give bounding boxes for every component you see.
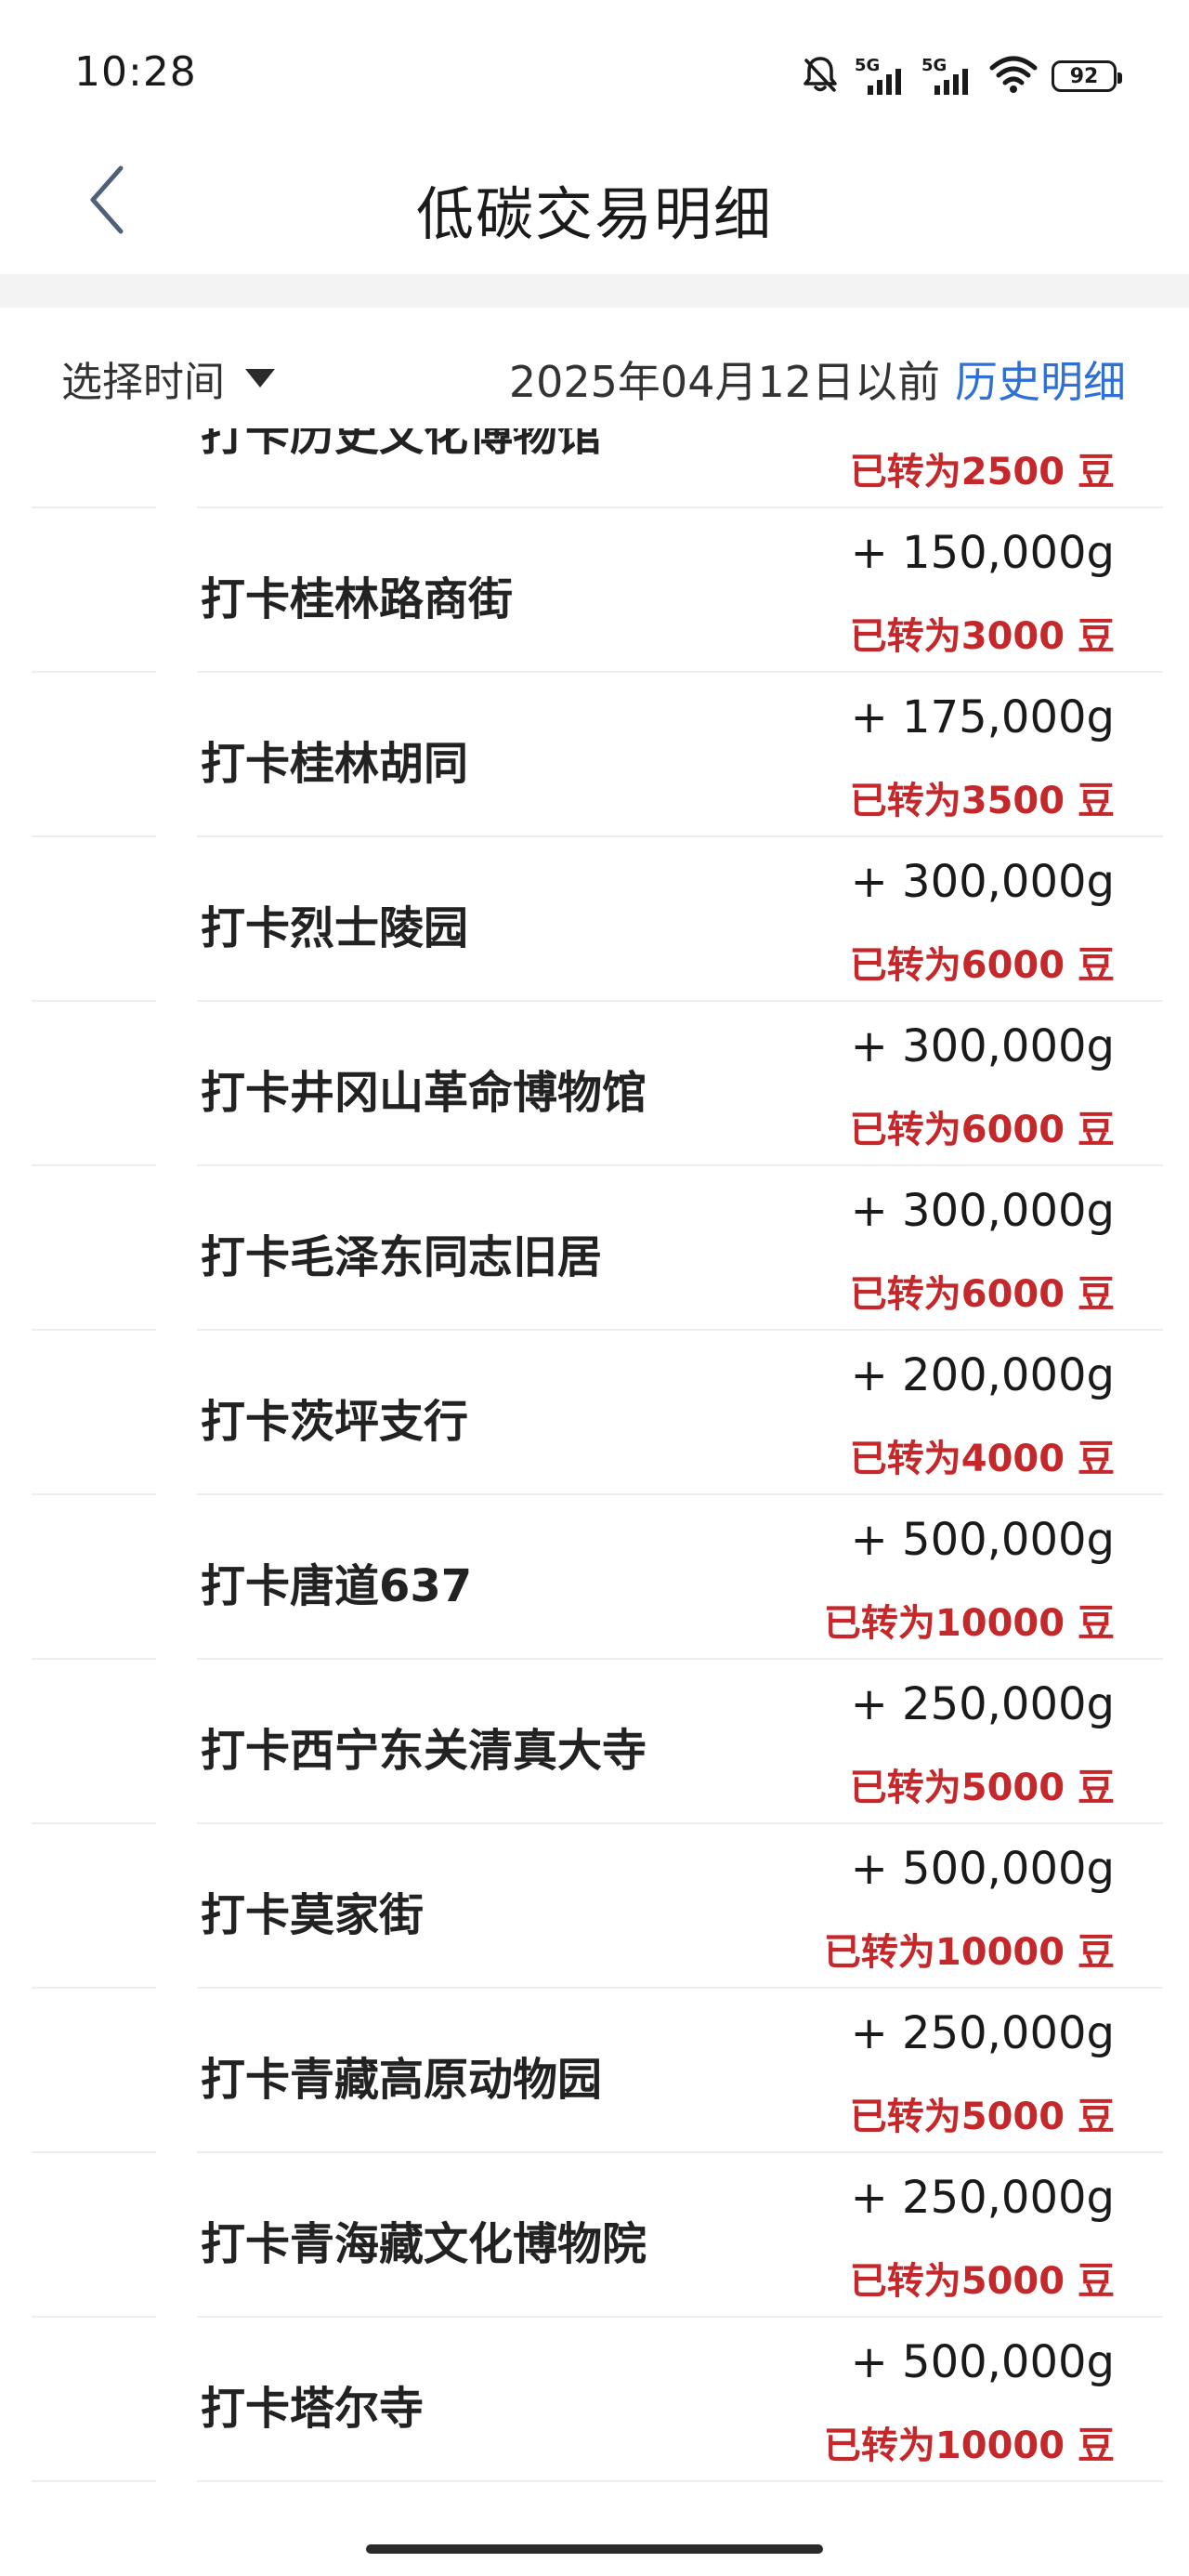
home-indicator[interactable] [366, 2544, 823, 2554]
battery-icon: 92 [1052, 60, 1122, 92]
item-title: 打卡井冈山革命博物馆 [201, 1067, 647, 1119]
item-title: 打卡塔尔寺 [201, 2383, 425, 2435]
item-converted-beans: 已转为10000 豆 [823, 1931, 1115, 1974]
item-converted-beans: 已转为3000 豆 [849, 615, 1115, 658]
list-item[interactable]: 打卡井冈山革命博物馆 + 300,000g 已转为6000 豆 [0, 1002, 1189, 1166]
mute-bell-icon [799, 53, 842, 99]
divider [197, 2480, 1163, 2482]
list-item[interactable]: 打卡烈士陵园 + 300,000g 已转为6000 豆 [0, 837, 1189, 1002]
item-amount: + 300,000g [850, 1185, 1115, 1237]
status-time: 10:28 [74, 48, 197, 96]
item-converted-beans: 已转为6000 豆 [849, 944, 1115, 987]
separator-band [0, 274, 1189, 308]
item-converted-beans: 已转为10000 豆 [823, 2425, 1115, 2467]
signal-5g-icon: 5G [921, 56, 975, 97]
list-item[interactable]: 打卡历史文化博物馆+ 125,000g已转为2500 豆 [0, 428, 1189, 508]
item-title: 打卡桂林胡同 [201, 738, 469, 790]
item-amount: + 250,000g [850, 2007, 1115, 2059]
item-amount: + 500,000g [850, 1843, 1115, 1895]
item-converted-beans: 已转为5000 豆 [849, 2260, 1115, 2303]
list-item[interactable]: 打卡莫家街 + 500,000g 已转为10000 豆 [0, 1824, 1189, 1989]
wifi-icon [988, 55, 1039, 98]
item-amount: + 300,000g [850, 1020, 1115, 1072]
date-text: 2025年04月12日以前 [508, 357, 940, 407]
item-title: 打卡茨坪支行 [201, 1396, 469, 1448]
nav-bar: 低碳交易明细 [0, 139, 1189, 274]
item-converted-beans: 已转为4000 豆 [849, 1438, 1115, 1480]
time-select-dropdown[interactable]: 选择时间 [61, 348, 275, 408]
item-amount: + 150,000g [850, 527, 1115, 579]
item-converted-beans: 已转为5000 豆 [849, 2096, 1115, 2138]
item-title: 打卡青海藏文化博物院 [201, 2218, 647, 2270]
list-item[interactable]: 打卡桂林路商街 + 150,000g 已转为3000 豆 [0, 508, 1189, 673]
item-amount: + 500,000g [850, 1514, 1115, 1566]
transaction-list[interactable]: 打卡历史文化博物馆+ 125,000g已转为2500 豆打卡桂林路商街 + 150… [0, 428, 1189, 2519]
status-bar: 10:28 5G 5G 92 [0, 0, 1189, 139]
item-title: 打卡历史文化博物馆 [201, 428, 603, 461]
item-converted-beans: 已转为3500 豆 [849, 780, 1115, 822]
caret-down-icon [245, 369, 275, 388]
item-amount: + 200,000g [850, 1349, 1115, 1401]
list-item[interactable]: 打卡唐道637 + 500,000g 已转为10000 豆 [0, 1495, 1189, 1660]
signal-5g-icon: 5G [855, 56, 908, 97]
item-title: 打卡西宁东关清真大寺 [201, 1725, 647, 1777]
page-title: 低碳交易明细 [415, 180, 773, 248]
list-item[interactable]: 打卡毛泽东同志旧居 + 300,000g 已转为6000 豆 [0, 1166, 1189, 1331]
list-item[interactable]: 打卡桂林胡同 + 175,000g 已转为3500 豆 [0, 673, 1189, 837]
item-amount: + 300,000g [850, 856, 1115, 908]
item-amount: + 250,000g [850, 2172, 1115, 2224]
item-converted-beans: 已转为6000 豆 [849, 1273, 1115, 1316]
item-amount: + 175,000g [850, 691, 1115, 743]
item-amount: + 250,000g [850, 1678, 1115, 1730]
item-title: 打卡莫家街 [201, 1889, 425, 1941]
item-title: 打卡唐道637 [201, 1560, 473, 1612]
list-item[interactable]: 打卡青藏高原动物园 + 250,000g 已转为5000 豆 [0, 1989, 1189, 2153]
item-title: 打卡毛泽东同志旧居 [201, 1231, 603, 1283]
item-converted-beans: 已转为10000 豆 [823, 1602, 1115, 1645]
history-detail-link[interactable]: 历史明细 [955, 357, 1126, 407]
item-converted-beans: 已转为6000 豆 [849, 1109, 1115, 1151]
item-amount: + 500,000g [850, 2336, 1115, 2388]
filter-bar: 选择时间 2025年04月12日以前 历史明细 [0, 308, 1189, 428]
item-converted-beans: 已转为5000 豆 [849, 1767, 1115, 1809]
time-select-label: 选择时间 [61, 359, 225, 406]
list-content: 打卡历史文化博物馆+ 125,000g已转为2500 豆打卡桂林路商街 + 150… [0, 428, 1189, 2482]
list-item[interactable]: 打卡塔尔寺 + 500,000g 已转为10000 豆 [0, 2318, 1189, 2482]
filter-date-info: 2025年04月12日以前 历史明细 [509, 348, 1126, 410]
list-item[interactable]: 打卡青海藏文化博物院 + 250,000g 已转为5000 豆 [0, 2153, 1189, 2318]
item-converted-beans: 已转为2500 豆 [849, 451, 1115, 493]
divider [32, 2480, 156, 2482]
item-title: 打卡青藏高原动物园 [201, 2054, 603, 2106]
list-item[interactable]: 打卡西宁东关清真大寺 + 250,000g 已转为5000 豆 [0, 1660, 1189, 1824]
item-title: 打卡桂林路商街 [201, 573, 514, 625]
item-title: 打卡烈士陵园 [201, 902, 469, 954]
list-item[interactable]: 打卡茨坪支行 + 200,000g 已转为4000 豆 [0, 1331, 1189, 1495]
status-icons: 5G 5G 92 [799, 52, 1122, 100]
